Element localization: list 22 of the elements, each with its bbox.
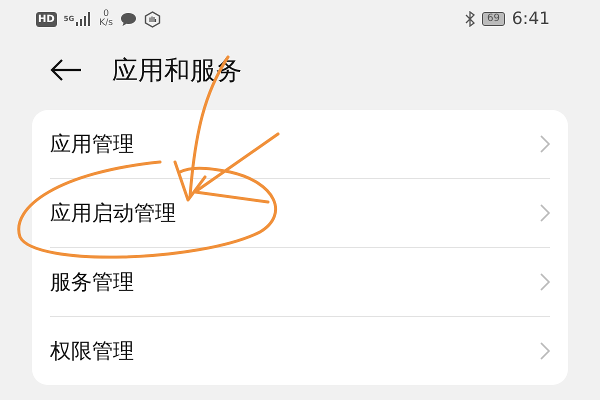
- chat-bubble-icon: [120, 12, 137, 26]
- hd-badge: HD: [36, 12, 57, 26]
- hand-shield-icon: [144, 10, 161, 28]
- settings-item[interactable]: 应用管理: [50, 110, 550, 178]
- item-label: 应用管理: [50, 131, 134, 158]
- speed-value: 0: [103, 10, 109, 19]
- settings-item[interactable]: 应用启动管理: [50, 178, 550, 247]
- settings-item[interactable]: 服务管理: [50, 247, 550, 316]
- chevron-icon: [540, 273, 550, 291]
- chevron-icon: [540, 204, 550, 222]
- item-label: 服务管理: [50, 269, 134, 296]
- item-label: 权限管理: [50, 338, 134, 365]
- signal-icon: [76, 12, 92, 26]
- clock-time: 6:41: [512, 9, 550, 29]
- chevron-icon: [540, 135, 550, 153]
- chevron-icon: [540, 342, 550, 360]
- settings-item[interactable]: 权限管理: [50, 316, 550, 385]
- back-arrow-icon[interactable]: [50, 59, 82, 81]
- battery-level: 69: [482, 12, 505, 26]
- speed-unit: K/s: [99, 19, 113, 28]
- bluetooth-icon: [465, 11, 476, 27]
- item-label: 应用启动管理: [50, 200, 176, 227]
